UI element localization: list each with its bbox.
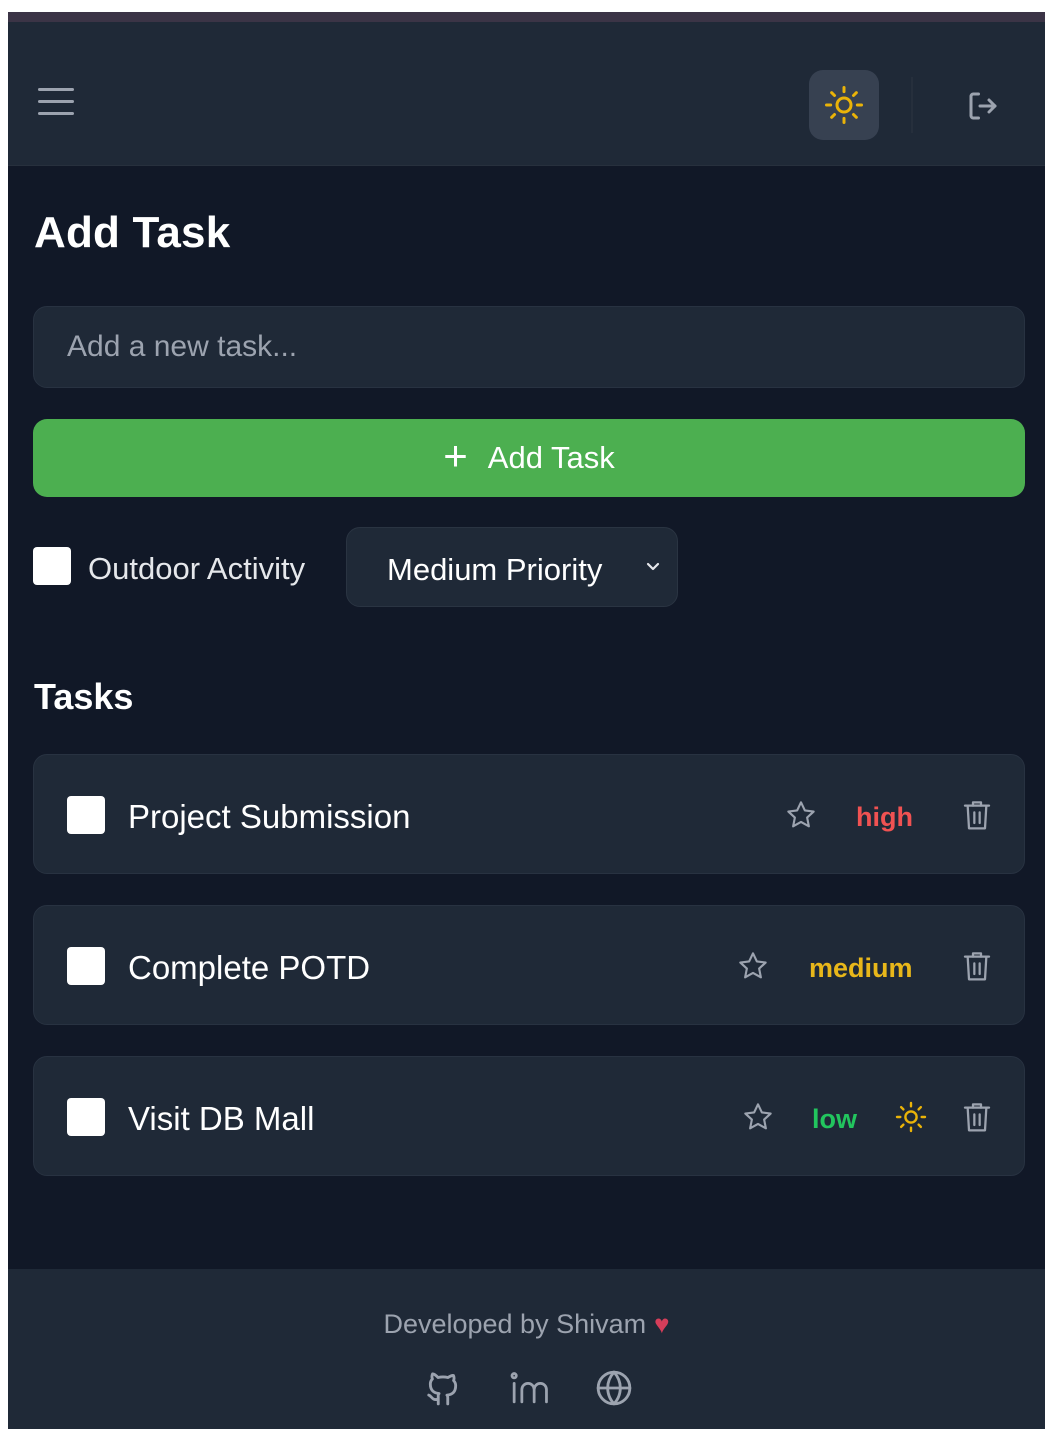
- star-icon[interactable]: [785, 799, 817, 831]
- footer: Developed by Shivam ♥: [8, 1269, 1045, 1429]
- priority-badge: high: [856, 802, 913, 832]
- header-divider: [911, 77, 913, 133]
- heart-icon: ♥: [654, 1309, 670, 1339]
- task-item: Project Submission high: [33, 754, 1025, 874]
- app-root: Add Task + Add Task Outdoor Activity Med…: [8, 12, 1045, 1429]
- add-task-heading: Add Task: [34, 208, 231, 257]
- hamburger-menu-icon: [38, 88, 74, 91]
- priority-badge: medium: [809, 953, 913, 983]
- task-complete-checkbox[interactable]: [67, 1098, 105, 1136]
- logout-button[interactable]: [963, 88, 1003, 124]
- developer-credit: Developed by Shivam ♥: [8, 1309, 1045, 1340]
- task-title: Project Submission: [128, 798, 411, 835]
- logout-icon: [969, 92, 997, 120]
- priority-badge: low: [812, 1104, 857, 1134]
- github-icon[interactable]: [424, 1369, 462, 1407]
- linkedin-icon[interactable]: [508, 1369, 548, 1407]
- outdoor-sun-icon: [895, 1101, 927, 1133]
- header: [8, 22, 1045, 166]
- trash-icon[interactable]: [961, 797, 993, 833]
- task-options-row: Outdoor Activity Medium Priority: [33, 527, 1025, 607]
- star-icon[interactable]: [742, 1101, 774, 1133]
- task-complete-checkbox[interactable]: [67, 947, 105, 985]
- new-task-input[interactable]: [33, 306, 1025, 388]
- outdoor-activity-checkbox[interactable]: [33, 547, 71, 585]
- plus-icon: +: [443, 432, 468, 479]
- outdoor-activity-label: Outdoor Activity: [88, 551, 306, 586]
- task-item: Complete POTD medium: [33, 905, 1025, 1025]
- globe-icon[interactable]: [595, 1369, 633, 1407]
- star-icon[interactable]: [737, 950, 769, 982]
- priority-select-value: Medium Priority: [387, 552, 603, 587]
- task-item: Visit DB Mall low: [33, 1056, 1025, 1176]
- theme-toggle-button[interactable]: [809, 70, 879, 140]
- menu-button[interactable]: [38, 88, 74, 118]
- trash-icon[interactable]: [961, 1099, 993, 1135]
- task-title: Visit DB Mall: [128, 1100, 315, 1137]
- trash-icon[interactable]: [961, 948, 993, 984]
- priority-select[interactable]: Medium Priority: [346, 527, 678, 607]
- sun-icon: [825, 86, 863, 124]
- top-accent-bar: [8, 12, 1045, 22]
- task-title: Complete POTD: [128, 949, 371, 986]
- add-task-button-label: Add Task: [487, 440, 615, 475]
- credit-text: Developed by Shivam: [383, 1309, 647, 1339]
- chevron-down-icon: [646, 562, 660, 571]
- add-task-button[interactable]: + Add Task: [33, 419, 1025, 497]
- task-complete-checkbox[interactable]: [67, 796, 105, 834]
- tasks-heading: Tasks: [34, 676, 134, 717]
